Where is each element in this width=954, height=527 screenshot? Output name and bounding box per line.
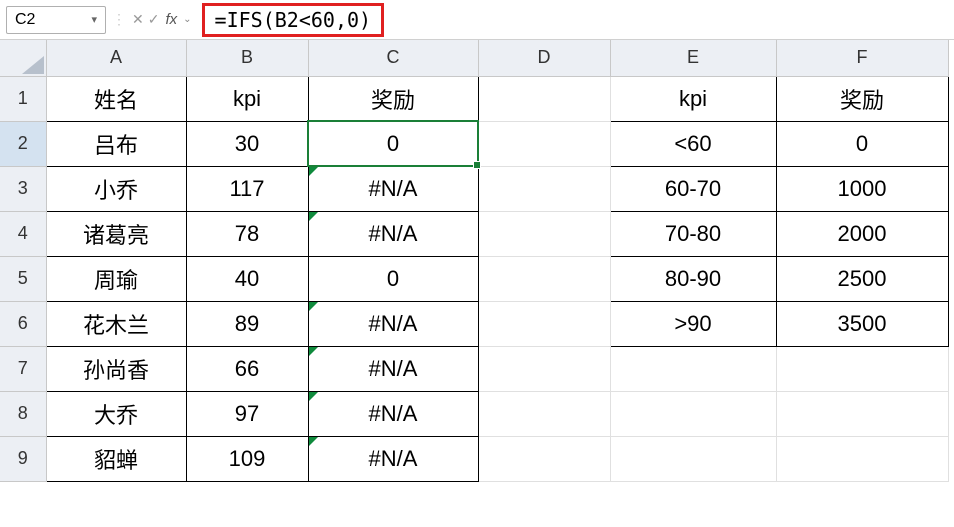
row-header[interactable]: 3 <box>0 166 46 211</box>
row-header[interactable]: 7 <box>0 346 46 391</box>
cell-E5[interactable]: 80-90 <box>610 256 776 301</box>
table-row: 3 小乔 117 #N/A 60-70 1000 <box>0 166 948 211</box>
table-row: 5 周瑜 40 0 80-90 2500 <box>0 256 948 301</box>
cell-A2[interactable]: 吕布 <box>46 121 186 166</box>
cell-F9[interactable] <box>776 436 948 481</box>
row-header[interactable]: 9 <box>0 436 46 481</box>
cell-C2[interactable]: 0 <box>308 121 478 166</box>
cell-B5[interactable]: 40 <box>186 256 308 301</box>
cell-C7[interactable]: #N/A <box>308 346 478 391</box>
cell-F1[interactable]: 奖励 <box>776 76 948 121</box>
cell-E1[interactable]: kpi <box>610 76 776 121</box>
cancel-icon[interactable]: ✕ <box>132 11 144 28</box>
enter-icon[interactable]: ✓ <box>148 11 160 28</box>
cell-F7[interactable] <box>776 346 948 391</box>
cell-F5[interactable]: 2500 <box>776 256 948 301</box>
cell-E9[interactable] <box>610 436 776 481</box>
col-header-C[interactable]: C <box>308 40 478 76</box>
table-row: 4 诸葛亮 78 #N/A 70-80 2000 <box>0 211 948 256</box>
cell-A4[interactable]: 诸葛亮 <box>46 211 186 256</box>
col-header-A[interactable]: A <box>46 40 186 76</box>
cell-A7[interactable]: 孙尚香 <box>46 346 186 391</box>
formula-text: =IFS(B2<60,0) <box>215 8 372 32</box>
formula-bar: C2 ▾ ⋮ ✕ ✓ fx ⌄ =IFS(B2<60,0) <box>0 0 954 40</box>
cell-D1[interactable] <box>478 76 610 121</box>
col-header-F[interactable]: F <box>776 40 948 76</box>
row-header[interactable]: 1 <box>0 76 46 121</box>
cell-D5[interactable] <box>478 256 610 301</box>
spreadsheet-grid[interactable]: A B C D E F 1 姓名 kpi 奖励 kpi 奖励 2 吕布 30 0… <box>0 40 954 482</box>
cell-A3[interactable]: 小乔 <box>46 166 186 211</box>
cell-E3[interactable]: 60-70 <box>610 166 776 211</box>
cell-A8[interactable]: 大乔 <box>46 391 186 436</box>
cell-D4[interactable] <box>478 211 610 256</box>
cell-D2[interactable] <box>478 121 610 166</box>
cell-E8[interactable] <box>610 391 776 436</box>
row-header[interactable]: 4 <box>0 211 46 256</box>
cell-B8[interactable]: 97 <box>186 391 308 436</box>
cell-D3[interactable] <box>478 166 610 211</box>
name-box[interactable]: C2 ▾ <box>6 6 106 34</box>
cell-B2[interactable]: 30 <box>186 121 308 166</box>
table-row: 2 吕布 30 0 <60 0 <box>0 121 948 166</box>
cell-D9[interactable] <box>478 436 610 481</box>
cell-B4[interactable]: 78 <box>186 211 308 256</box>
cell-C9[interactable]: #N/A <box>308 436 478 481</box>
cell-F4[interactable]: 2000 <box>776 211 948 256</box>
table-row: 7 孙尚香 66 #N/A <box>0 346 948 391</box>
cell-C8[interactable]: #N/A <box>308 391 478 436</box>
cell-D7[interactable] <box>478 346 610 391</box>
cell-F3[interactable]: 1000 <box>776 166 948 211</box>
row-header[interactable]: 2 <box>0 121 46 166</box>
cell-A5[interactable]: 周瑜 <box>46 256 186 301</box>
row-header[interactable]: 8 <box>0 391 46 436</box>
cell-A9[interactable]: 貂蝉 <box>46 436 186 481</box>
formula-input[interactable]: =IFS(B2<60,0) <box>202 3 385 37</box>
cell-D6[interactable] <box>478 301 610 346</box>
cell-C3[interactable]: #N/A <box>308 166 478 211</box>
cell-F2[interactable]: 0 <box>776 121 948 166</box>
cell-F6[interactable]: 3500 <box>776 301 948 346</box>
col-header-E[interactable]: E <box>610 40 776 76</box>
cell-B1[interactable]: kpi <box>186 76 308 121</box>
row-header[interactable]: 6 <box>0 301 46 346</box>
table-row: 9 貂蝉 109 #N/A <box>0 436 948 481</box>
cell-C6[interactable]: #N/A <box>308 301 478 346</box>
col-header-B[interactable]: B <box>186 40 308 76</box>
cell-C5[interactable]: 0 <box>308 256 478 301</box>
cell-B9[interactable]: 109 <box>186 436 308 481</box>
cell-A6[interactable]: 花木兰 <box>46 301 186 346</box>
fx-icon[interactable]: fx <box>163 11 179 28</box>
separator: ⋮ <box>110 11 128 28</box>
table-row: 8 大乔 97 #N/A <box>0 391 948 436</box>
cell-B3[interactable]: 117 <box>186 166 308 211</box>
cell-E7[interactable] <box>610 346 776 391</box>
table-row: 6 花木兰 89 #N/A >90 3500 <box>0 301 948 346</box>
select-all-corner[interactable] <box>0 40 46 76</box>
cell-F8[interactable] <box>776 391 948 436</box>
cell-C1[interactable]: 奖励 <box>308 76 478 121</box>
table-row: 1 姓名 kpi 奖励 kpi 奖励 <box>0 76 948 121</box>
cell-A1[interactable]: 姓名 <box>46 76 186 121</box>
col-header-D[interactable]: D <box>478 40 610 76</box>
row-header[interactable]: 5 <box>0 256 46 301</box>
cell-E2[interactable]: <60 <box>610 121 776 166</box>
chevron-down-icon[interactable]: ⌄ <box>183 14 191 25</box>
cell-E6[interactable]: >90 <box>610 301 776 346</box>
cell-D8[interactable] <box>478 391 610 436</box>
chevron-down-icon[interactable]: ▾ <box>91 13 97 26</box>
cell-B6[interactable]: 89 <box>186 301 308 346</box>
cell-E4[interactable]: 70-80 <box>610 211 776 256</box>
name-box-value: C2 <box>15 11 35 29</box>
cell-B7[interactable]: 66 <box>186 346 308 391</box>
cell-C4[interactable]: #N/A <box>308 211 478 256</box>
